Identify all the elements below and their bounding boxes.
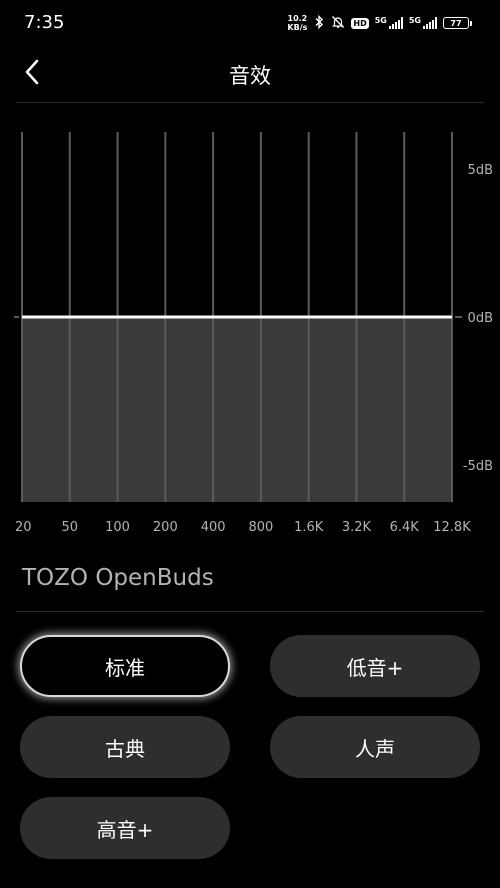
signal-bars-icon xyxy=(388,17,403,29)
frequency-label: 12.8K xyxy=(433,520,471,535)
preset-classical-button[interactable]: 古典 xyxy=(20,716,230,778)
preset-standard-button[interactable]: 标准 xyxy=(20,635,230,697)
equalizer-graph[interactable]: 5dB 0dB -5dB 20 50 100 200 400 800 1.6K 3.2K 6.4K 12… xyxy=(0,120,500,550)
page-title: 音效 xyxy=(229,64,271,88)
eq-fill-area xyxy=(22,317,452,502)
app-header: 音效 xyxy=(0,44,500,102)
status-time: 7:35 xyxy=(24,12,65,33)
frequency-label: 3.2K xyxy=(342,520,372,535)
preset-bass-boost-button[interactable]: 低音+ xyxy=(270,635,480,697)
frequency-label: 50 xyxy=(62,520,79,535)
preset-vocal-button[interactable]: 人声 xyxy=(270,716,480,778)
status-bar: 7:35 10.2 KB/s HD 5G 5G 77 xyxy=(0,0,500,44)
header-divider xyxy=(16,102,484,103)
frequency-label: 200 xyxy=(153,520,178,535)
bluetooth-icon xyxy=(313,14,325,32)
mute-bell-icon xyxy=(331,15,345,32)
network-speed-value: 10.2 xyxy=(287,14,308,23)
sim1-label: 5G xyxy=(374,16,387,25)
signal-bars-icon xyxy=(423,17,437,29)
frequency-label: 400 xyxy=(201,520,226,535)
db-scale-label: 5dB xyxy=(468,163,493,178)
signal-sim2: 5G xyxy=(409,17,437,29)
frequency-label: 100 xyxy=(105,520,130,535)
hd-badge: HD xyxy=(351,17,369,29)
battery-level: 77 xyxy=(443,17,469,29)
frequency-label: 6.4K xyxy=(390,520,420,535)
signal-sim1: 5G xyxy=(375,17,403,29)
device-name: TOZO OpenBuds xyxy=(22,565,214,591)
device-divider xyxy=(16,611,484,612)
status-icons: 10.2 KB/s HD 5G 5G 77 xyxy=(287,12,472,34)
db-scale-label: 0dB xyxy=(468,311,493,326)
network-speed: 10.2 KB/s xyxy=(287,14,307,32)
network-speed-unit: KB/s xyxy=(287,23,308,32)
frequency-label: 1.6K xyxy=(294,520,324,535)
preset-treble-boost-button[interactable]: 高音+ xyxy=(20,797,230,859)
battery-icon: 77 xyxy=(443,17,472,29)
frequency-label: 800 xyxy=(248,520,273,535)
sim2-label: 5G xyxy=(408,16,421,25)
frequency-label: 20 xyxy=(15,520,32,535)
db-scale-label: -5dB xyxy=(463,459,493,474)
